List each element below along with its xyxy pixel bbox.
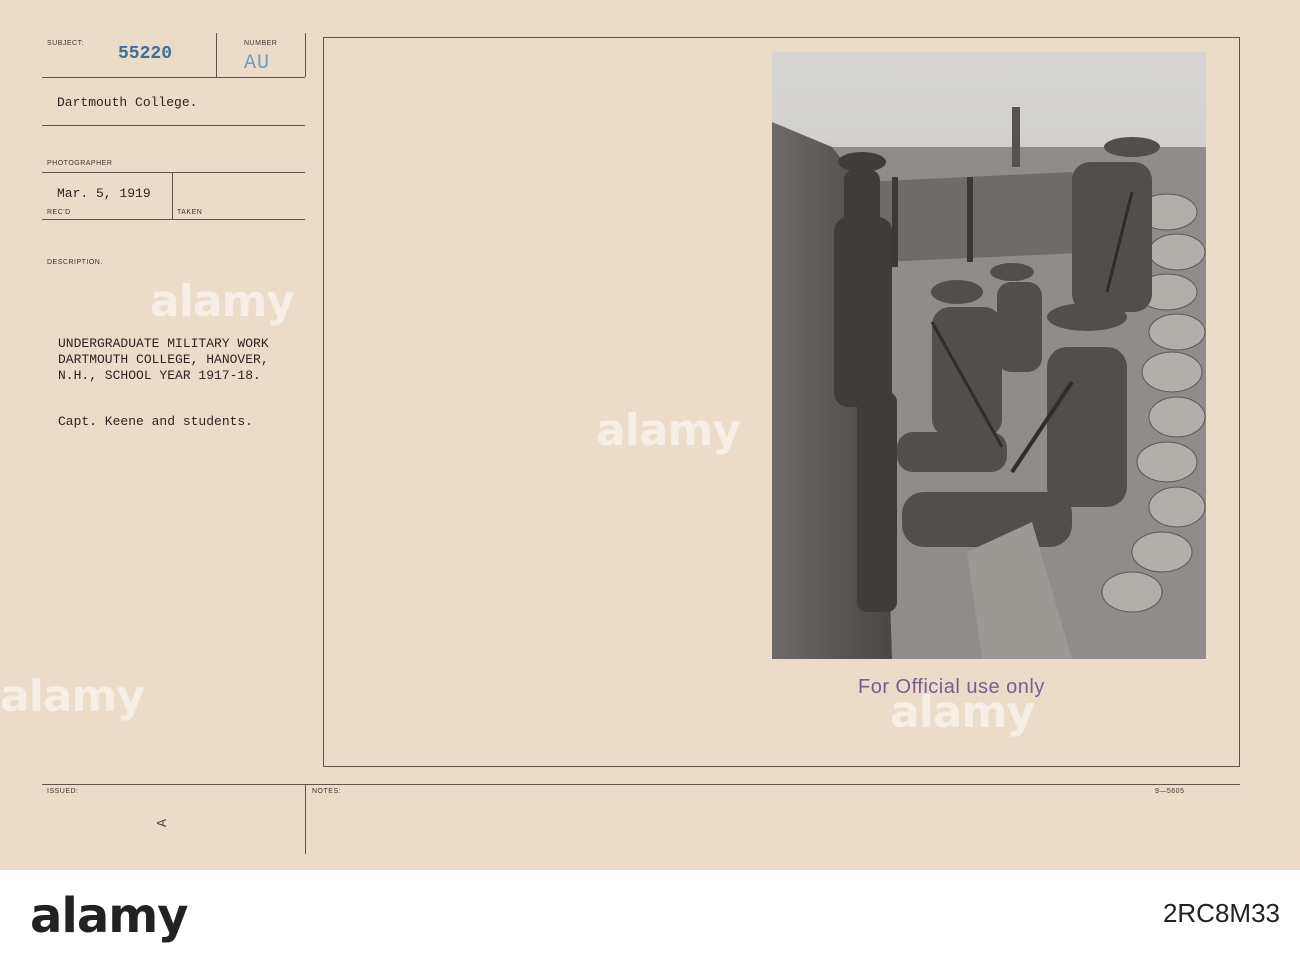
number-label: NUMBER — [244, 40, 278, 47]
watermark-text: alamy — [890, 687, 1035, 738]
subject-label: SUBJECT: — [47, 40, 85, 47]
stamp-number: 55220 — [118, 44, 173, 64]
taken-label: TAKEN — [177, 209, 203, 216]
recd-date: Mar. 5, 1919 — [57, 186, 151, 201]
alamy-logo: alamy — [30, 888, 189, 944]
arrow-mark: A — [155, 818, 170, 828]
rule — [305, 784, 306, 854]
rule — [42, 125, 305, 126]
record-card: SUBJECT: NUMBER PHOTOGRAPHER REC'D TAKEN… — [0, 0, 1300, 870]
rule — [216, 33, 217, 77]
description-line-1: UNDERGRADUATE MILITARY WORK — [58, 336, 269, 351]
caption-text: Capt. Keene and students. — [58, 414, 254, 429]
watermark-text: alamy — [150, 276, 295, 327]
description-line-2: DARTMOUTH COLLEGE, HANOVER, — [58, 352, 269, 367]
footer-bar: alamy 2RC8M33 — [0, 870, 1300, 959]
stamp-letters: AU — [244, 52, 271, 75]
watermark-text: alamy — [596, 405, 741, 456]
form-number: 9—5605 — [1155, 788, 1185, 795]
trench-photograph — [772, 52, 1206, 659]
description-line-3: N.H., SCHOOL YEAR 1917-18. — [58, 368, 261, 383]
rule — [305, 33, 306, 77]
image-id: 2RC8M33 — [1162, 898, 1280, 928]
recd-label: REC'D — [47, 209, 71, 216]
rule — [42, 172, 305, 173]
rule — [42, 77, 305, 78]
rule — [172, 172, 173, 219]
notes-label: NOTES: — [312, 788, 342, 795]
rule — [42, 219, 305, 220]
watermark-text: alamy — [0, 671, 145, 722]
subject-text: Dartmouth College. — [57, 95, 198, 110]
photo-drawing — [772, 52, 1206, 659]
description-label: DESCRIPTION. — [47, 259, 103, 266]
rule — [42, 784, 1240, 785]
issued-label: ISSUED: — [47, 788, 79, 795]
photographer-label: PHOTOGRAPHER — [47, 160, 113, 167]
